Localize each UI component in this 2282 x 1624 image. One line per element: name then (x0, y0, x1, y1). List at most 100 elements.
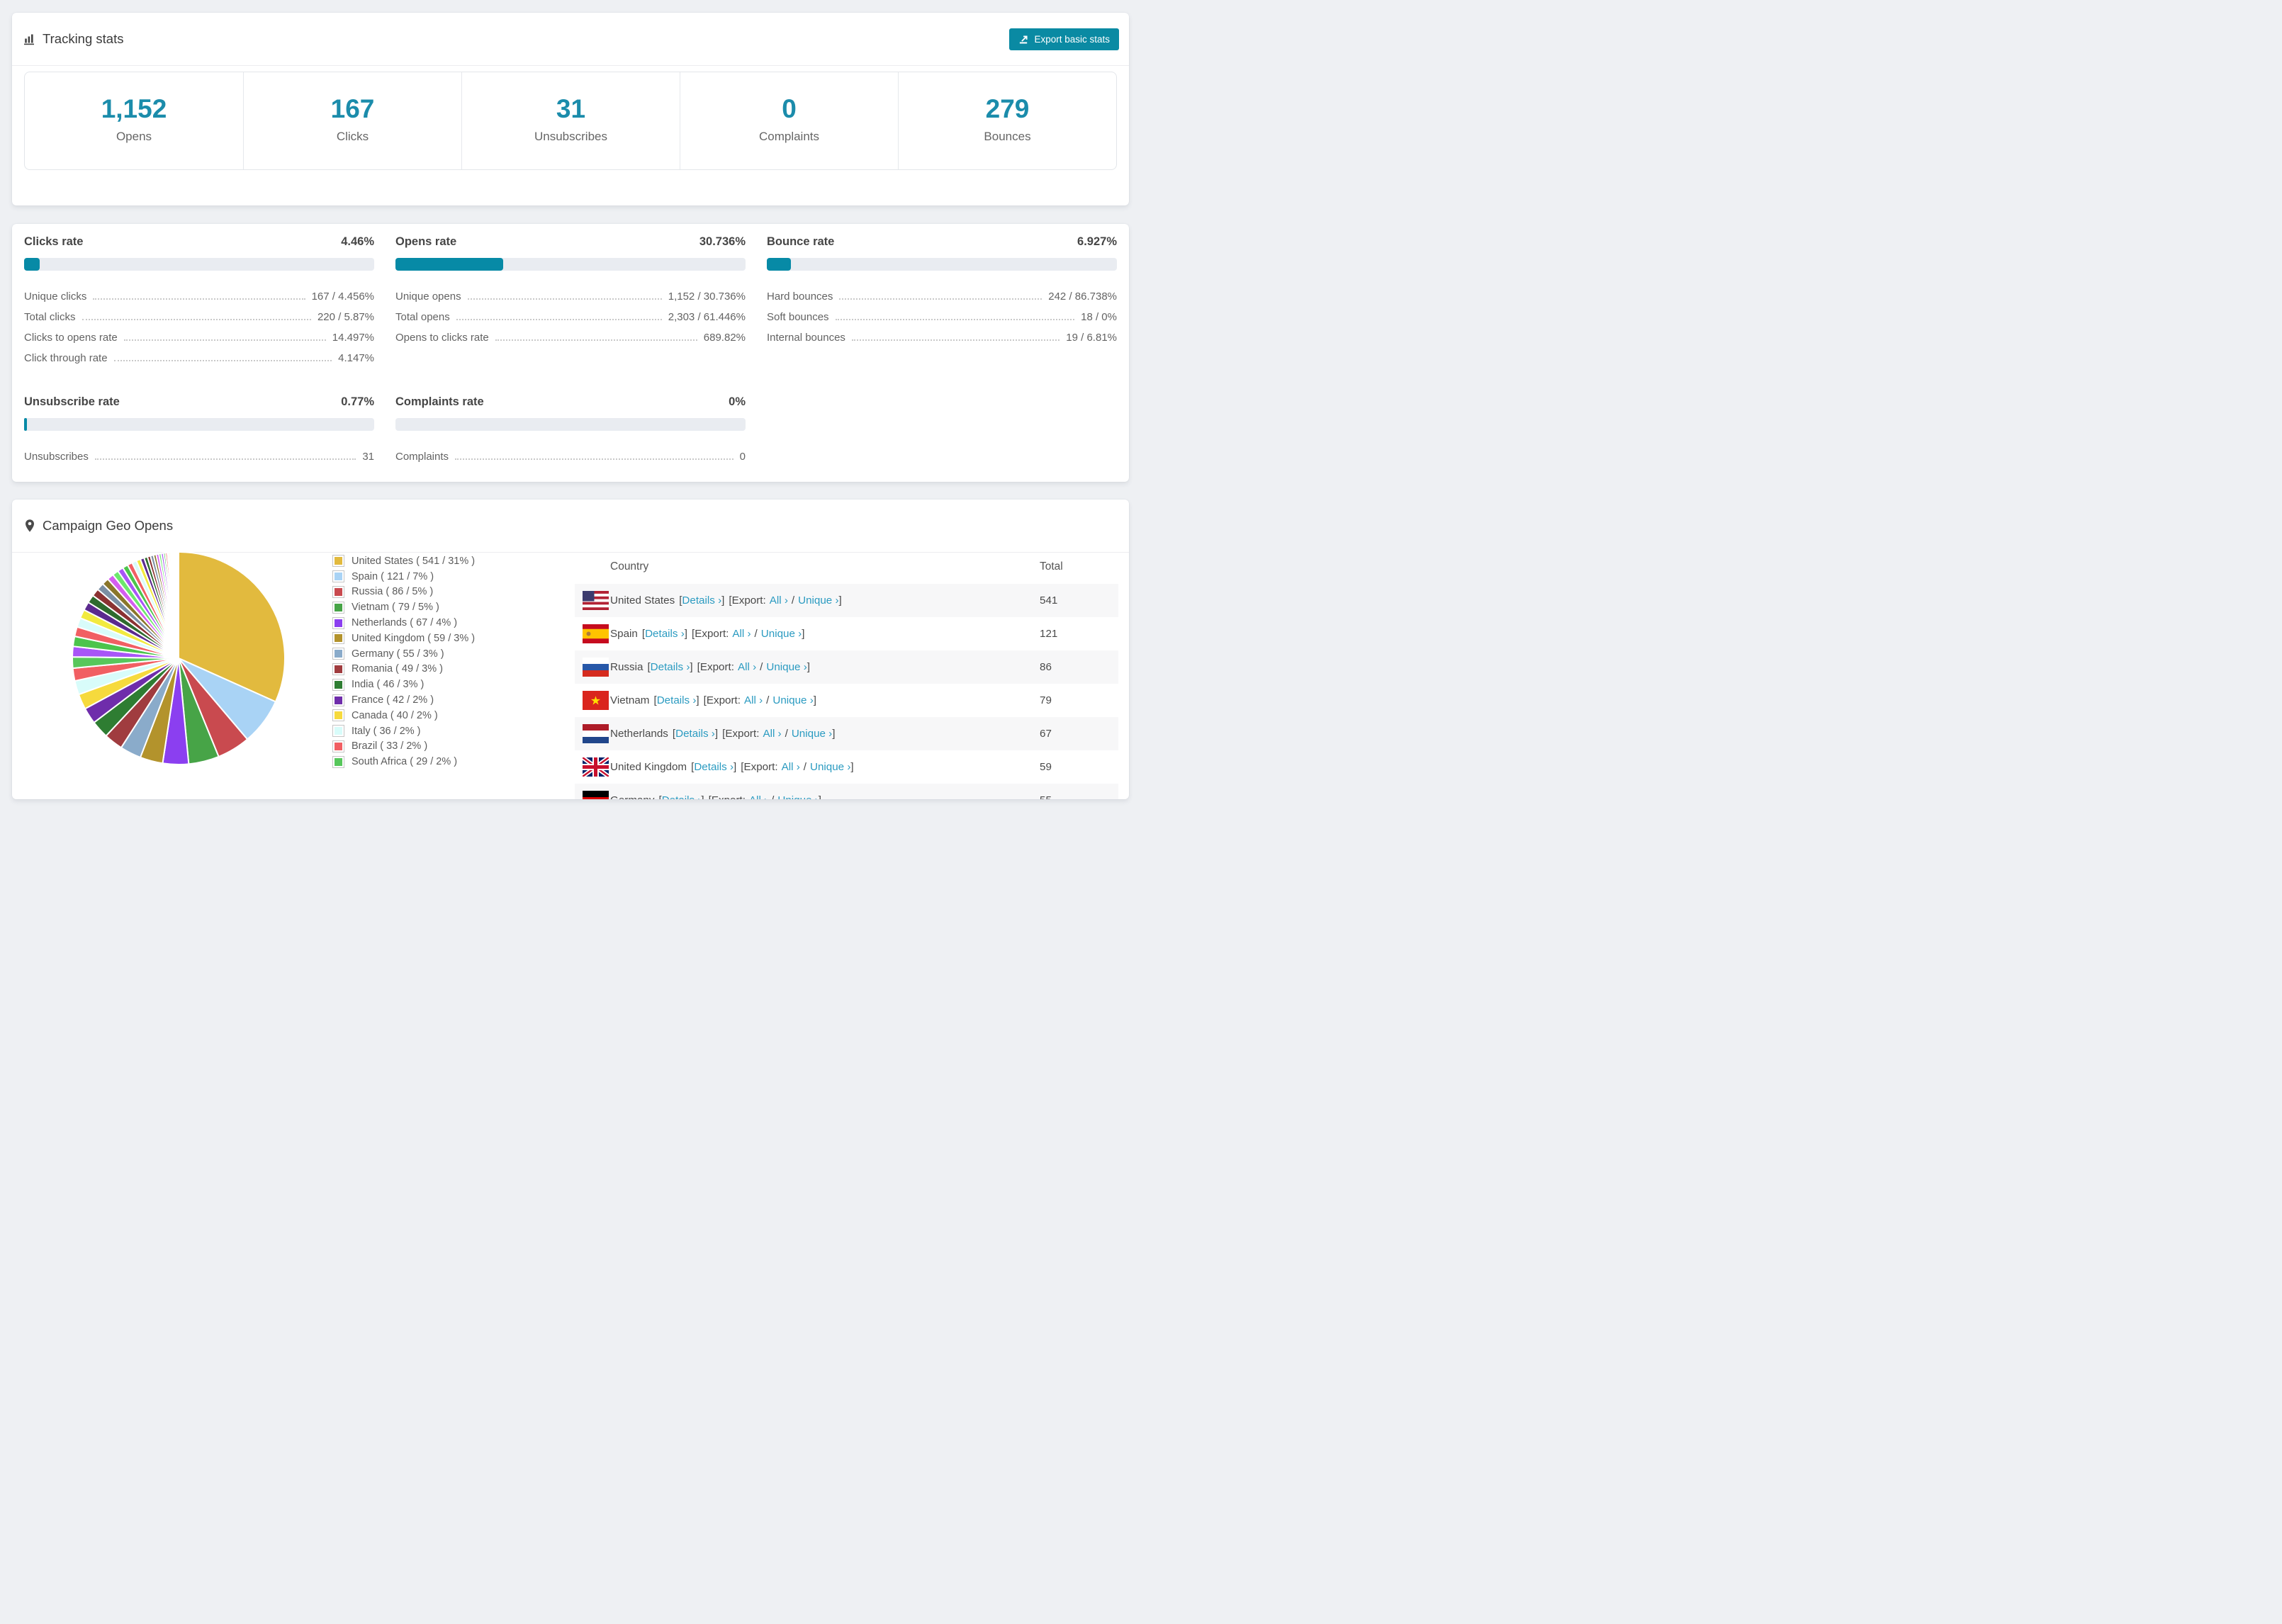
export-all-link[interactable]: All › (770, 594, 788, 607)
stat-value: 0 (782, 94, 797, 123)
legend-swatch (332, 662, 344, 675)
stat-value: 279 (985, 94, 1030, 123)
metric-label: Soft bounces (767, 311, 829, 323)
export-unique-link[interactable]: Unique › (792, 728, 832, 740)
details-link[interactable]: Details › (662, 794, 702, 799)
dotted-leader (455, 458, 734, 460)
flag-germany-icon (575, 791, 610, 799)
table-header: Country Total (575, 550, 1118, 584)
legend-swatch (332, 694, 344, 706)
stat-opens: 1,152 Opens (25, 72, 243, 169)
export-unique-link[interactable]: Unique › (798, 594, 838, 607)
export-all-link[interactable]: All › (732, 628, 751, 640)
export-all-link[interactable]: All › (744, 694, 763, 706)
country-name: United Kingdom (610, 761, 687, 773)
details-link[interactable]: Details › (645, 628, 685, 640)
details-link[interactable]: Details › (651, 661, 690, 673)
stat-value: 1,152 (101, 94, 167, 123)
tracking-stats-card: Tracking stats Export basic stats 1,152 … (12, 13, 1129, 205)
country-name: Vietnam (610, 694, 650, 706)
legend-item[interactable]: Germany ( 55 / 3% ) (332, 646, 475, 662)
metric-label: Clicks to opens rate (24, 332, 118, 344)
table-row: Russia [Details ›] [Export: All › / Unique ›]… (575, 650, 1118, 684)
unsubscribe-rate-block: Unsubscribe rate 0.77% Unsubscribes 31 (24, 395, 374, 463)
stat-value: 167 (330, 94, 375, 123)
legend-item[interactable]: Canada ( 40 / 2% ) (332, 708, 475, 723)
complaints-rate-block: Complaints rate 0% Complaints 0 (395, 395, 746, 463)
rate-title: Unsubscribe rate (24, 395, 120, 408)
stat-bounces: 279 Bounces (898, 72, 1116, 169)
clicks-rate-block: Clicks rate 4.46% Unique clicks 167 / 4.4… (24, 235, 374, 364)
dotted-leader (839, 298, 1042, 300)
country-total: 86 (1040, 661, 1052, 673)
details-link[interactable]: Details › (682, 594, 721, 607)
legend-swatch (332, 585, 344, 598)
stat-label: Clicks (336, 130, 369, 143)
flag-russia-icon (575, 658, 610, 677)
export-unique-link[interactable]: Unique › (766, 661, 806, 673)
legend-swatch (332, 725, 344, 738)
column-country: Country (610, 560, 649, 573)
export-unique-link[interactable]: Unique › (810, 761, 850, 773)
legend-item[interactable]: Italy ( 36 / 2% ) (332, 723, 475, 739)
legend-item[interactable]: France ( 42 / 2% ) (332, 692, 475, 708)
table-row: Spain [Details ›] [Export: All › / Unique ›] … (575, 617, 1118, 650)
country-name: United States (610, 594, 675, 607)
dotted-leader (851, 339, 1060, 341)
stat-label: Complaints (758, 130, 820, 143)
country-total: 67 (1040, 728, 1052, 740)
details-link[interactable]: Details › (675, 728, 715, 740)
metric-value: 689.82% (703, 332, 746, 344)
legend-swatch (332, 755, 344, 768)
export-unique-link[interactable]: Unique › (777, 794, 818, 799)
legend-item[interactable]: United Kingdom ( 59 / 3% ) (332, 631, 475, 646)
export-unique-link[interactable]: Unique › (772, 694, 813, 706)
flag-uk-icon (575, 757, 610, 777)
stat-complaints: 0 Complaints (680, 72, 898, 169)
export-icon (1020, 35, 1028, 44)
stat-label: Bounces (984, 130, 1031, 143)
stat-clicks: 167 Clicks (243, 72, 461, 169)
legend-item[interactable]: Romania ( 49 / 3% ) (332, 662, 475, 677)
geo-country-table: Country Total United States [Details ›] [E… (575, 550, 1118, 799)
legend-item[interactable]: Netherlands ( 67 / 4% ) (332, 615, 475, 631)
legend-item[interactable]: South Africa ( 29 / 2% ) (332, 754, 475, 769)
metric-value: 18 / 0% (1081, 311, 1117, 323)
metric-value: 2,303 / 61.446% (668, 311, 746, 323)
details-link[interactable]: Details › (657, 694, 697, 706)
table-row: United States [Details ›] [Export: All › / Un… (575, 584, 1118, 617)
bounce-rate-block: Bounce rate 6.927% Hard bounces 242 / 86.… (767, 235, 1117, 364)
stat-unsubscribes: 31 Unsubscribes (461, 72, 680, 169)
geo-pie-chart[interactable] (67, 546, 291, 770)
export-unique-link[interactable]: Unique › (761, 628, 802, 640)
rate-title: Clicks rate (24, 235, 84, 248)
legend-item[interactable]: Vietnam ( 79 / 5% ) (332, 599, 475, 615)
export-all-link[interactable]: All › (749, 794, 768, 799)
flag-netherlands-icon (575, 724, 610, 743)
dotted-leader (123, 339, 326, 341)
details-link[interactable]: Details › (694, 761, 734, 773)
country-total: 121 (1040, 628, 1058, 640)
dotted-leader (835, 319, 1075, 320)
legend-swatch (332, 616, 344, 629)
export-basic-stats-button[interactable]: Export basic stats (1009, 28, 1119, 50)
legend-item[interactable]: United States ( 541 / 31% ) (332, 553, 475, 569)
legend-item[interactable]: Spain ( 121 / 7% ) (332, 569, 475, 585)
legend-item[interactable]: Brazil ( 33 / 2% ) (332, 739, 475, 755)
pie-legend: United States ( 541 / 31% ) Spain ( 121 … (332, 553, 475, 769)
bar-chart-icon (24, 34, 34, 45)
dotted-leader (113, 360, 332, 361)
progress-fill (24, 418, 28, 431)
metric-value: 4.147% (338, 352, 374, 364)
country-name: Netherlands (610, 728, 668, 740)
metric-label: Unique clicks (24, 291, 87, 303)
summary-stats-row: 1,152 Opens 167 Clicks 31 Unsubscribes 0… (24, 72, 1117, 170)
rates-card: Clicks rate 4.46% Unique clicks 167 / 4.4… (12, 224, 1129, 482)
legend-item[interactable]: Russia ( 86 / 5% ) (332, 585, 475, 600)
legend-item[interactable]: India ( 46 / 3% ) (332, 677, 475, 692)
export-all-link[interactable]: All › (763, 728, 781, 740)
export-all-link[interactable]: All › (738, 661, 756, 673)
export-all-link[interactable]: All › (782, 761, 800, 773)
legend-swatch (332, 678, 344, 691)
rate-value: 30.736% (699, 235, 746, 248)
